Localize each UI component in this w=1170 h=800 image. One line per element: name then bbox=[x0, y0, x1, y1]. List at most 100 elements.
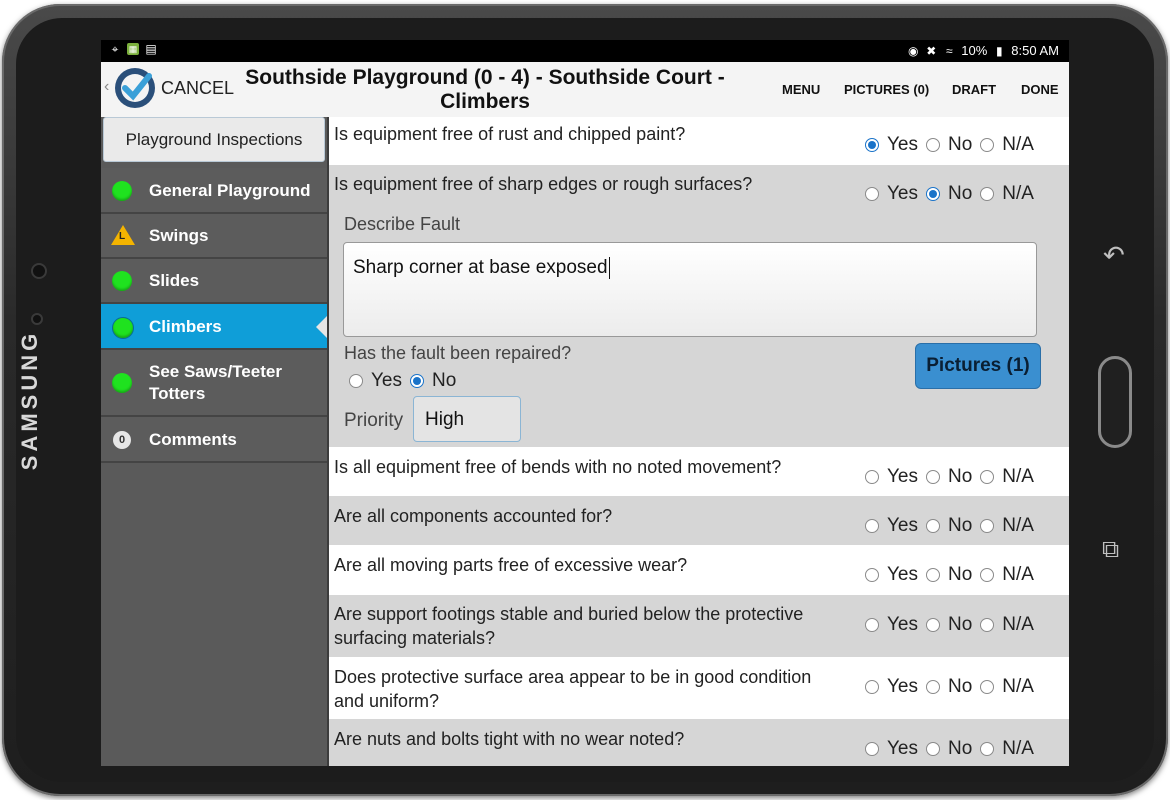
done-button[interactable]: DONE bbox=[1021, 82, 1059, 97]
radio-no[interactable] bbox=[926, 742, 940, 756]
sidebar-item-label: Climbers bbox=[149, 317, 222, 336]
radio-na[interactable] bbox=[980, 470, 995, 484]
fault-description-field[interactable]: Sharp corner at base exposed bbox=[343, 242, 1037, 337]
radio-repaired-no[interactable] bbox=[410, 374, 424, 388]
radio-na[interactable] bbox=[980, 568, 995, 582]
sidebar-item-see-saws[interactable]: See Saws/Teeter Totters bbox=[101, 350, 327, 417]
option-label: No bbox=[948, 738, 973, 759]
priority-select[interactable]: High bbox=[413, 396, 521, 442]
option-label: N/A bbox=[1002, 134, 1034, 155]
wifi-icon: ≈ bbox=[945, 43, 953, 58]
fault-repaired-options: Yes No bbox=[349, 370, 464, 392]
clock: 8:50 AM bbox=[1011, 43, 1059, 58]
warning-icon: L bbox=[111, 225, 135, 245]
priority-label: Priority bbox=[344, 410, 404, 431]
option-label: No bbox=[948, 564, 973, 585]
sidebar-item-label: General Playground bbox=[149, 181, 311, 200]
sensor bbox=[31, 313, 43, 325]
question-text: Is equipment free of rust and chipped pa… bbox=[334, 124, 686, 144]
status-bar: ⌖ ▦ ▤ ◉ ✖ ≈ 10% ▮ 8:50 AM bbox=[101, 40, 1069, 62]
radio-no[interactable] bbox=[926, 680, 940, 694]
radio-no[interactable] bbox=[926, 618, 940, 632]
radio-repaired-yes[interactable] bbox=[349, 374, 363, 388]
radio-yes[interactable] bbox=[865, 187, 879, 201]
sidebar-item-swings[interactable]: L Swings bbox=[101, 214, 327, 259]
option-label: N/A bbox=[1002, 515, 1034, 536]
answer-options: Yes No N/A bbox=[865, 738, 1042, 760]
question-list: Is equipment free of rust and chipped pa… bbox=[329, 117, 1069, 766]
radio-yes[interactable] bbox=[865, 519, 879, 533]
option-label: N/A bbox=[1002, 183, 1034, 204]
radio-na[interactable] bbox=[980, 742, 995, 756]
radio-no[interactable] bbox=[926, 470, 940, 484]
radio-yes[interactable] bbox=[865, 618, 879, 632]
answer-options: Yes No N/A bbox=[865, 515, 1042, 537]
status-green-icon bbox=[112, 373, 132, 393]
radio-na[interactable] bbox=[980, 618, 995, 632]
option-label: Yes bbox=[887, 676, 918, 697]
sidebar-item-general-playground[interactable]: General Playground bbox=[101, 168, 327, 214]
home-button[interactable] bbox=[1098, 356, 1132, 448]
app-header: ‹ CANCEL Southside Playground (0 - 4) - … bbox=[101, 62, 1069, 117]
answer-options: Yes No N/A bbox=[865, 466, 1042, 488]
active-indicator-icon bbox=[316, 316, 327, 338]
option-label: Yes bbox=[887, 466, 918, 487]
radio-no[interactable] bbox=[926, 568, 940, 582]
draft-button[interactable]: DRAFT bbox=[952, 82, 996, 97]
back-chevron-icon[interactable]: ‹ bbox=[104, 78, 109, 96]
question-row: Does protective surface area appear to b… bbox=[329, 657, 1069, 719]
option-label: No bbox=[948, 676, 973, 697]
question-row: Is all equipment free of bends with no n… bbox=[329, 447, 1069, 496]
option-label: No bbox=[948, 134, 973, 155]
question-text: Are support footings stable and buried b… bbox=[334, 604, 804, 648]
describe-fault-label: Describe Fault bbox=[344, 214, 461, 234]
recent-apps-icon[interactable]: ⧉ bbox=[1102, 536, 1119, 564]
option-label: N/A bbox=[1002, 466, 1034, 487]
menu-button[interactable]: MENU bbox=[782, 82, 820, 97]
cancel-button[interactable]: CANCEL bbox=[161, 78, 234, 99]
radio-yes[interactable] bbox=[865, 138, 879, 152]
radio-yes[interactable] bbox=[865, 568, 879, 582]
pictures-header-button[interactable]: PICTURES (0) bbox=[844, 82, 929, 97]
fault-description-text: Sharp corner at base exposed bbox=[353, 257, 608, 279]
radio-no[interactable] bbox=[926, 519, 940, 533]
battery-percent: 10% bbox=[961, 43, 988, 58]
radio-no[interactable] bbox=[926, 187, 940, 201]
location-icon: ◉ bbox=[908, 43, 919, 58]
answer-options: Yes No N/A bbox=[865, 183, 1042, 205]
status-green-icon bbox=[112, 181, 132, 201]
back-key-icon[interactable]: ↶ bbox=[1103, 240, 1125, 271]
question-text: Are all components accounted for? bbox=[334, 506, 613, 526]
option-label: Yes bbox=[887, 515, 918, 536]
radio-na[interactable] bbox=[980, 680, 995, 694]
sidebar-item-label: Comments bbox=[149, 430, 237, 449]
sidebar-item-climbers[interactable]: Climbers bbox=[101, 304, 327, 350]
question-row: Are nuts and bolts tight with no wear no… bbox=[329, 719, 1069, 766]
radio-na[interactable] bbox=[980, 187, 995, 201]
sidebar-item-comments[interactable]: 0 Comments bbox=[101, 417, 327, 463]
radio-yes[interactable] bbox=[865, 680, 879, 694]
radio-na[interactable] bbox=[980, 519, 995, 533]
fault-pictures-button[interactable]: Pictures (1) bbox=[915, 343, 1041, 389]
option-label: Yes bbox=[887, 564, 918, 585]
question-row: Are all components accounted for? Yes No… bbox=[329, 496, 1069, 545]
app-logo-icon bbox=[115, 68, 155, 108]
option-label: No bbox=[948, 515, 973, 536]
app-icon: ▦ bbox=[127, 43, 139, 55]
question-text: Is all equipment free of bends with no n… bbox=[334, 457, 782, 477]
wifi-hotspot-icon: ⌖ bbox=[111, 42, 119, 56]
status-green-icon bbox=[112, 317, 134, 339]
radio-na[interactable] bbox=[980, 138, 995, 152]
option-label: N/A bbox=[1002, 676, 1034, 697]
front-camera bbox=[31, 263, 47, 279]
radio-yes[interactable] bbox=[865, 470, 879, 484]
answer-options: Yes No N/A bbox=[865, 676, 1042, 698]
option-label: Yes bbox=[887, 738, 918, 759]
radio-no[interactable] bbox=[926, 138, 940, 152]
radio-yes[interactable] bbox=[865, 742, 879, 756]
sidebar-item-slides[interactable]: Slides bbox=[101, 259, 327, 304]
sidebar-header-button[interactable]: Playground Inspections bbox=[103, 117, 325, 162]
option-label: N/A bbox=[1002, 614, 1034, 635]
mute-icon: ✖ bbox=[926, 43, 937, 58]
option-label: No bbox=[948, 183, 973, 204]
